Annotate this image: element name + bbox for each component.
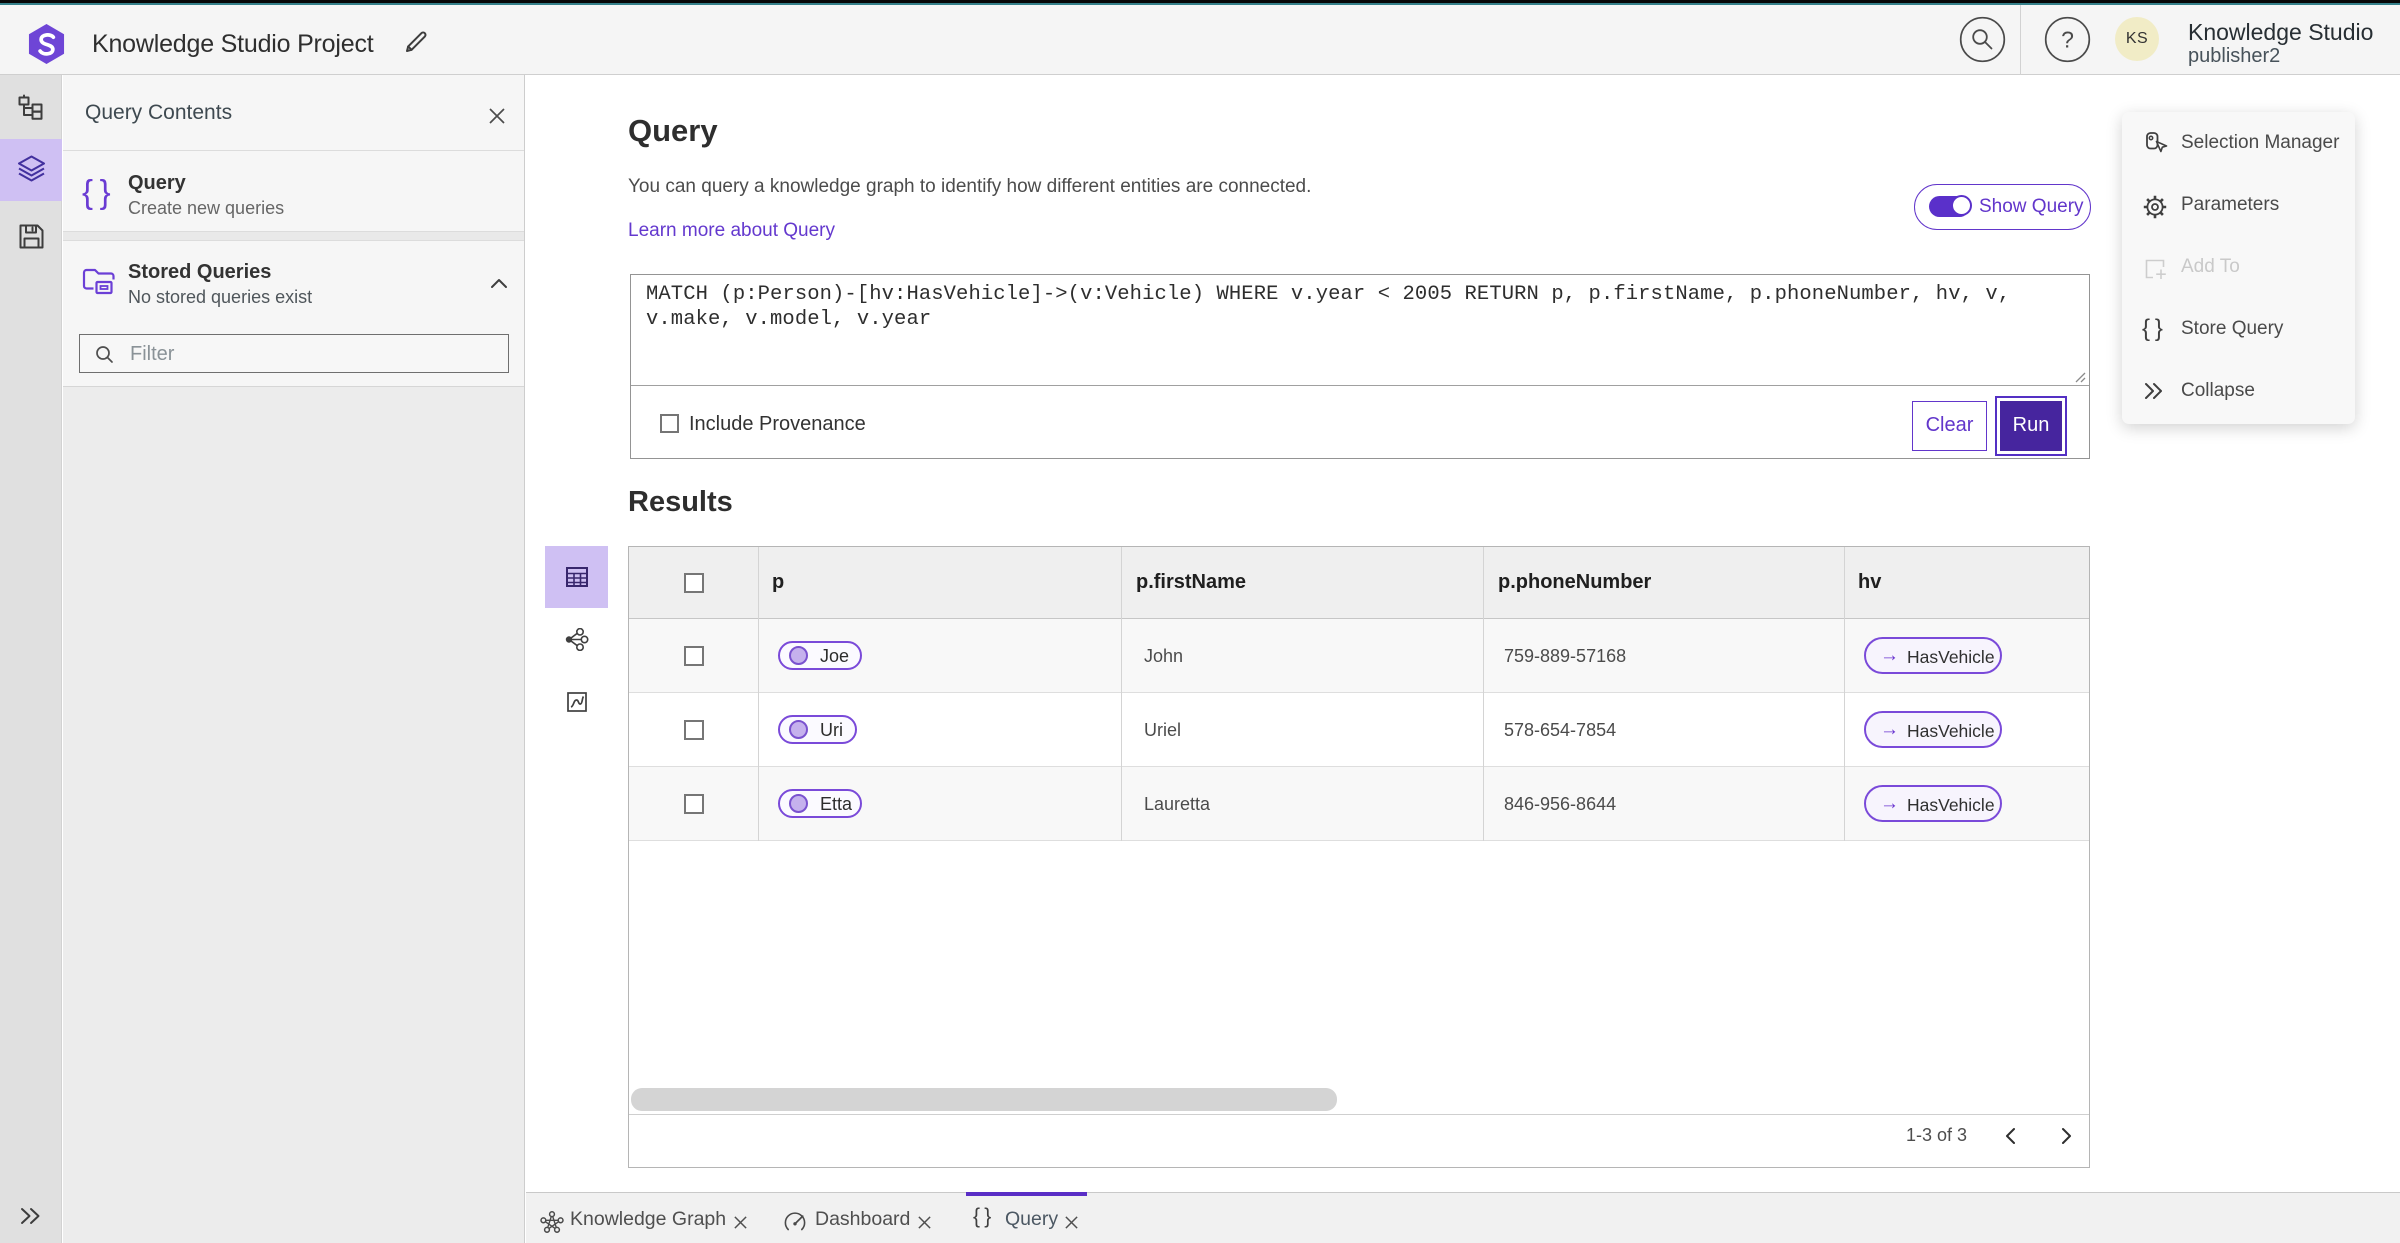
svg-text:?: ? — [2061, 27, 2074, 53]
